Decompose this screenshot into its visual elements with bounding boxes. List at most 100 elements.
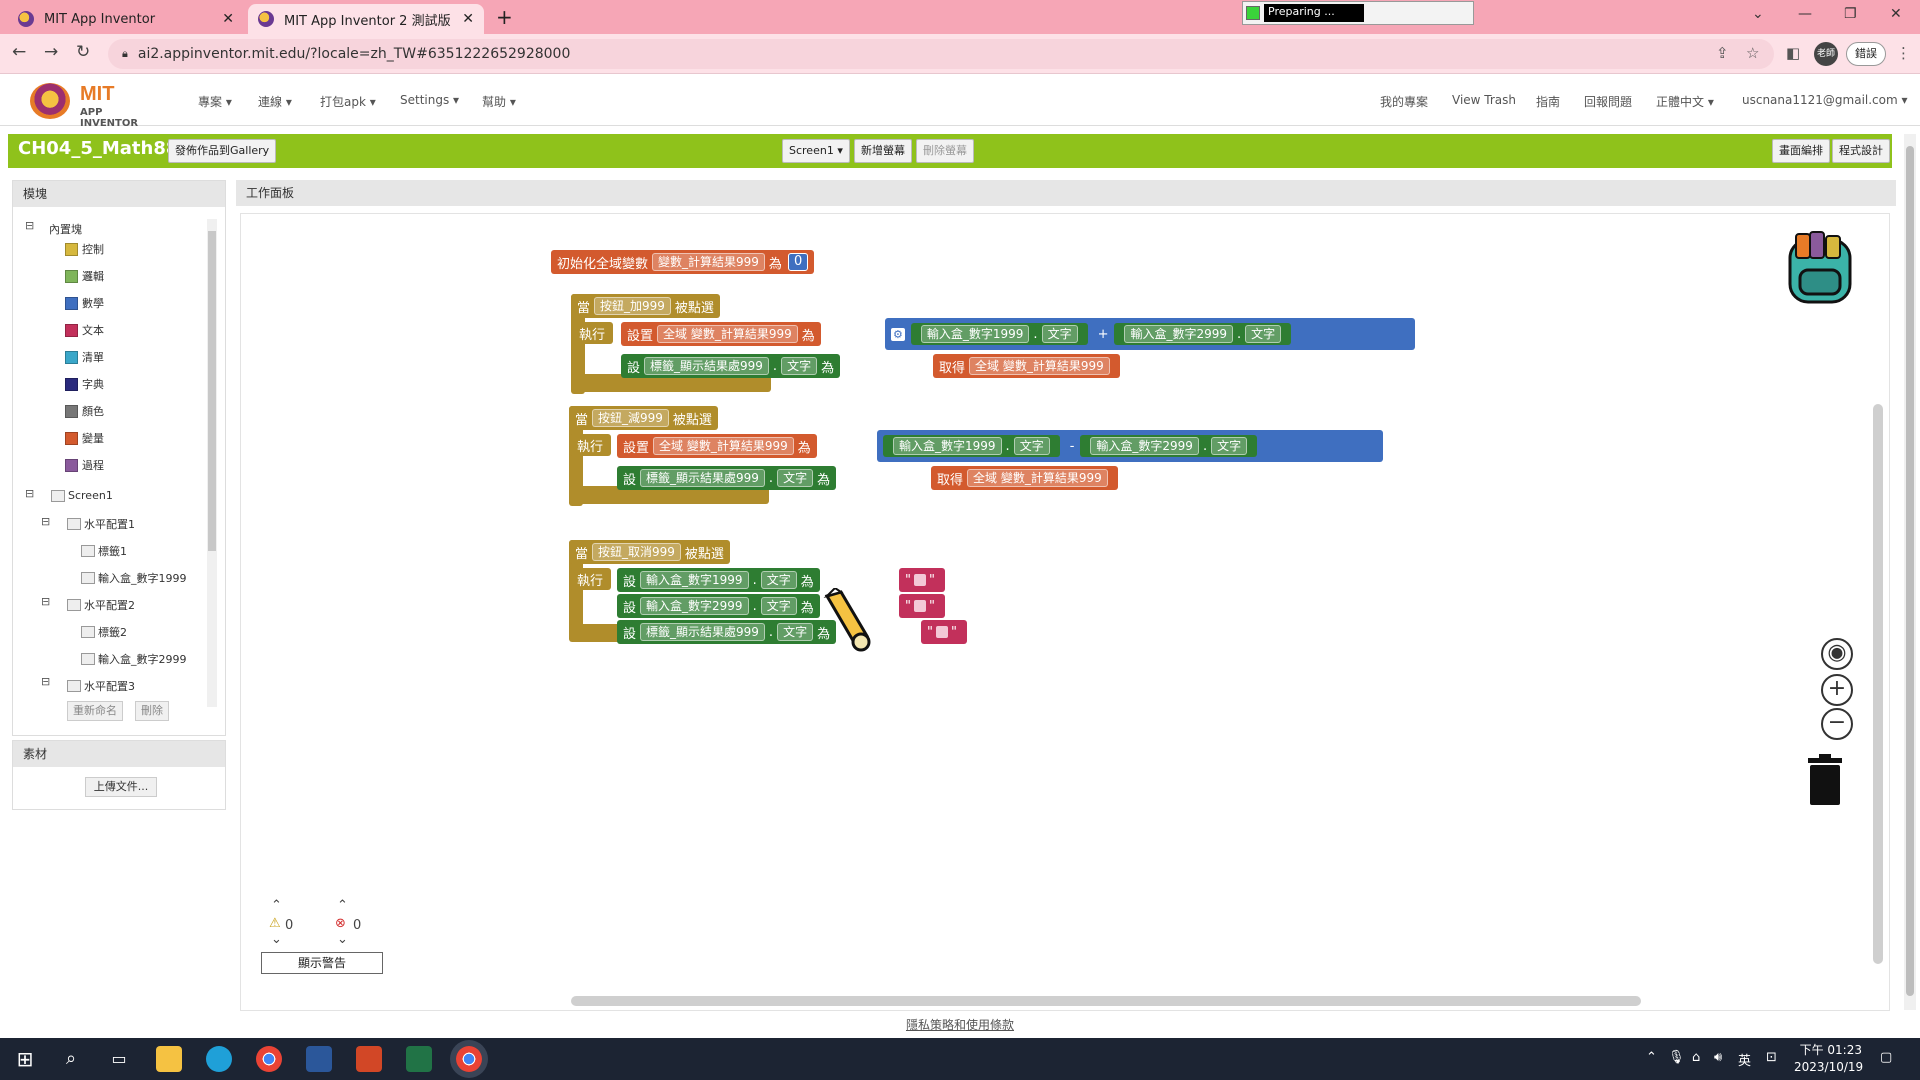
privacy-link[interactable]: 隱私策略和使用條款	[906, 1018, 1014, 1032]
block-category-item[interactable]: 邏輯	[65, 268, 104, 284]
profile-avatar[interactable]: 老師	[1814, 42, 1838, 66]
component-field[interactable]: 輸入盒_數字1999	[640, 571, 749, 589]
add-screen-button[interactable]: 新增螢幕	[854, 139, 912, 163]
scroll-thumb[interactable]	[1906, 146, 1914, 996]
notification-icon[interactable]: ▢	[1880, 1050, 1892, 1065]
chrome-icon[interactable]	[256, 1046, 282, 1072]
designer-button[interactable]: 畫面編排	[1772, 139, 1830, 163]
collapse-icon[interactable]: ⊟	[25, 487, 34, 500]
property-field[interactable]: 文字	[1041, 325, 1078, 343]
collapse-icon[interactable]: ⊟	[41, 675, 50, 688]
block-category-item[interactable]: 顏色	[65, 403, 104, 419]
blocks-button[interactable]: 程式設計	[1832, 139, 1890, 163]
string-field[interactable]	[913, 600, 926, 612]
workspace-vertical-scrollbar[interactable]	[1873, 404, 1883, 964]
tree-hlayout3[interactable]: 水平配置3	[67, 678, 135, 694]
warning-down-icon[interactable]: ⌄	[271, 932, 282, 947]
get-global-block[interactable]: 取得 全域 變數_計算結果999	[931, 466, 1118, 490]
close-tab-icon[interactable]: ✕	[462, 11, 474, 27]
url-field[interactable]: 🔒︎ ai2.appinventor.mit.edu/?locale=zh_TW…	[108, 39, 1774, 69]
empty-string-block[interactable]: " "	[899, 568, 945, 592]
global-var-field[interactable]: 全域 變數_計算結果999	[657, 325, 798, 343]
powerpoint-icon[interactable]	[356, 1046, 382, 1072]
property-field[interactable]: 文字	[1013, 437, 1050, 455]
menu-account[interactable]: uscnana1121@gmail.com ▾	[1742, 93, 1908, 107]
component-field[interactable]: 輸入盒_數字2999	[1124, 325, 1234, 343]
block-category-item[interactable]: 文本	[65, 322, 104, 338]
math-op-block[interactable]: 輸入盒_數字1999. 文字 - 輸入盒_數字2999. 文字	[877, 430, 1383, 462]
network-icon[interactable]: ⌂	[1692, 1050, 1700, 1065]
event-cancel-block[interactable]: 當 按鈕_取消999 被點選	[569, 540, 730, 564]
block-category-item[interactable]: 控制	[65, 241, 104, 257]
zoom-in-icon[interactable]: +	[1821, 674, 1853, 706]
set-label-text-block[interactable]: 設 標籤_顯示結果處999. 文字 為	[617, 466, 837, 490]
property-field[interactable]: 文字	[777, 623, 814, 641]
empty-string-block[interactable]: " "	[921, 620, 967, 644]
reload-icon[interactable]: ↻	[76, 42, 90, 62]
string-field[interactable]	[935, 626, 948, 638]
event-add-block[interactable]: 當 按鈕_加999 被點選	[571, 294, 720, 318]
menu-report-issue[interactable]: 回報問題	[1584, 93, 1632, 110]
tray-chevron-icon[interactable]: ⌃	[1646, 1050, 1657, 1065]
ime-indicator[interactable]: 英	[1738, 1050, 1751, 1069]
publish-gallery-button[interactable]: 發佈作品到Gallery	[168, 139, 277, 163]
collapse-icon[interactable]: ⊟	[41, 515, 50, 528]
block-category-item[interactable]: 變量	[65, 430, 104, 446]
global-var-field[interactable]: 全域 變數_計算結果999	[969, 357, 1110, 375]
volume-icon[interactable]: 🔊︎	[1714, 1050, 1722, 1065]
tree-textbox2999[interactable]: 輸入盒_數字2999	[81, 651, 187, 667]
textbox-text-getter[interactable]: 輸入盒_數字2999. 文字	[1114, 323, 1292, 345]
gear-icon[interactable]: ⚙	[891, 327, 905, 341]
menu-my-projects[interactable]: 我的專案	[1380, 93, 1428, 110]
page-vertical-scrollbar[interactable]	[1904, 134, 1916, 1010]
forward-icon[interactable]: →	[44, 42, 58, 62]
windows-start-icon[interactable]: ⊞	[12, 1046, 38, 1072]
block-category-item[interactable]: 數學	[65, 295, 104, 311]
system-clock[interactable]: 下午 01:23 2023/10/19	[1794, 1042, 1863, 1076]
set-label-text-block[interactable]: 設 標籤_顯示結果處999. 文字 為	[621, 354, 841, 378]
event-sub-block[interactable]: 當 按鈕_減999 被點選	[569, 406, 718, 430]
block-category-item[interactable]: 清單	[65, 349, 104, 365]
var-name-field[interactable]: 變數_計算結果999	[652, 253, 765, 271]
set-label-text-block[interactable]: 設 標籤_顯示結果處999. 文字 為	[617, 620, 837, 644]
error-down-icon[interactable]: ⌄	[337, 932, 348, 947]
component-field[interactable]: 輸入盒_數字2999	[640, 597, 749, 615]
collapse-icon[interactable]: ⊟	[25, 219, 34, 232]
microphone-icon[interactable]: 🎙︎	[1668, 1050, 1685, 1065]
tree-hlayout1[interactable]: 水平配置1	[67, 516, 135, 532]
property-field[interactable]: 文字	[1211, 437, 1248, 455]
search-icon[interactable]: ⌕	[58, 1046, 84, 1072]
chrome-active-icon[interactable]	[456, 1046, 482, 1072]
new-tab-button[interactable]: +	[496, 6, 513, 28]
remove-screen-button[interactable]: 刪除螢幕	[916, 139, 974, 163]
tree-textbox1999[interactable]: 輸入盒_數字1999	[81, 570, 187, 586]
component-field[interactable]: 按鈕_取消999	[592, 543, 681, 561]
trash-icon[interactable]	[1804, 754, 1846, 806]
global-var-field[interactable]: 全域 變數_計算結果999	[967, 469, 1108, 487]
set-global-block[interactable]: 設置 全域 變數_計算結果999 為	[617, 434, 817, 458]
number-block[interactable]: 0	[787, 253, 809, 271]
textbox-text-getter[interactable]: 輸入盒_數字1999. 文字	[883, 435, 1060, 457]
scroll-thumb[interactable]	[208, 231, 216, 551]
block-category-item[interactable]: 字典	[65, 376, 104, 392]
warning-up-icon[interactable]: ⌃	[271, 898, 282, 913]
rename-button[interactable]: 重新命名	[67, 701, 123, 721]
block-category-item[interactable]: 過程	[65, 457, 104, 473]
recenter-icon[interactable]: ◉	[1821, 638, 1853, 670]
error-up-icon[interactable]: ⌃	[337, 898, 348, 913]
error-pill-button[interactable]: 錯誤	[1846, 42, 1886, 66]
property-field[interactable]: 文字	[781, 357, 818, 375]
textbox-text-getter[interactable]: 輸入盒_數字1999. 文字	[910, 323, 1088, 345]
kebab-menu-icon[interactable]: ⋮	[1896, 44, 1911, 62]
set-textbox1999-text-block[interactable]: 設 輸入盒_數字1999. 文字 為	[617, 568, 820, 592]
tree-screen1[interactable]: Screen1	[51, 489, 113, 502]
word-icon[interactable]	[306, 1046, 332, 1072]
show-warnings-button[interactable]: 顯示警告	[261, 952, 383, 974]
minimize-icon[interactable]: —	[1798, 6, 1812, 22]
menu-view-trash[interactable]: View Trash	[1452, 93, 1516, 107]
browser-tab-1[interactable]: MIT App Inventor ✕	[8, 4, 244, 34]
menu-settings[interactable]: Settings ▾	[400, 93, 459, 107]
menu-project[interactable]: 專案 ▾	[198, 93, 232, 110]
component-field[interactable]: 標籤_顯示結果處999	[640, 469, 765, 487]
set-global-block[interactable]: 設置 全域 變數_計算結果999 為	[621, 322, 821, 346]
